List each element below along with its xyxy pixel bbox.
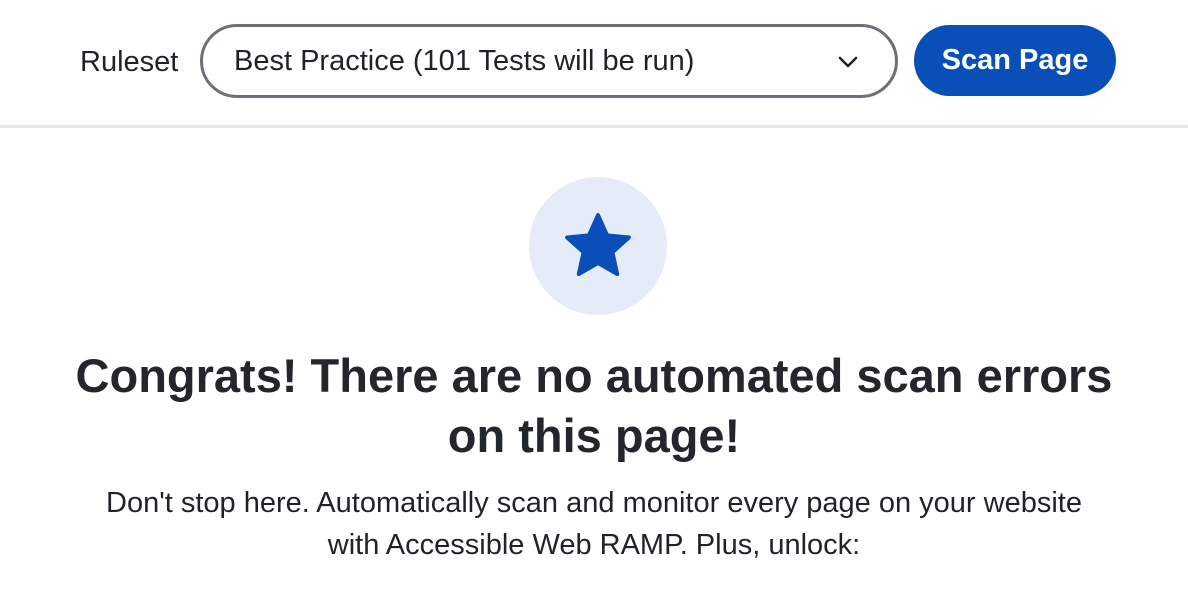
success-badge [529,177,667,315]
ruleset-selected-value: Best Practice (101 Tests will be run) [234,45,695,77]
success-headline: Congrats! There are no automated scan er… [75,349,1113,462]
scan-page-button[interactable]: Scan Page [914,25,1116,96]
upsell-message: Don't stop here. Automatically scan and … [106,487,1082,561]
ruleset-label: Ruleset [80,46,179,78]
star-icon [565,213,631,277]
chevron-down-icon [838,56,858,68]
scan-toolbar: Ruleset Best Practice (101 Tests will be… [0,0,1188,128]
ruleset-select[interactable]: Best Practice (101 Tests will be run) [200,24,898,98]
